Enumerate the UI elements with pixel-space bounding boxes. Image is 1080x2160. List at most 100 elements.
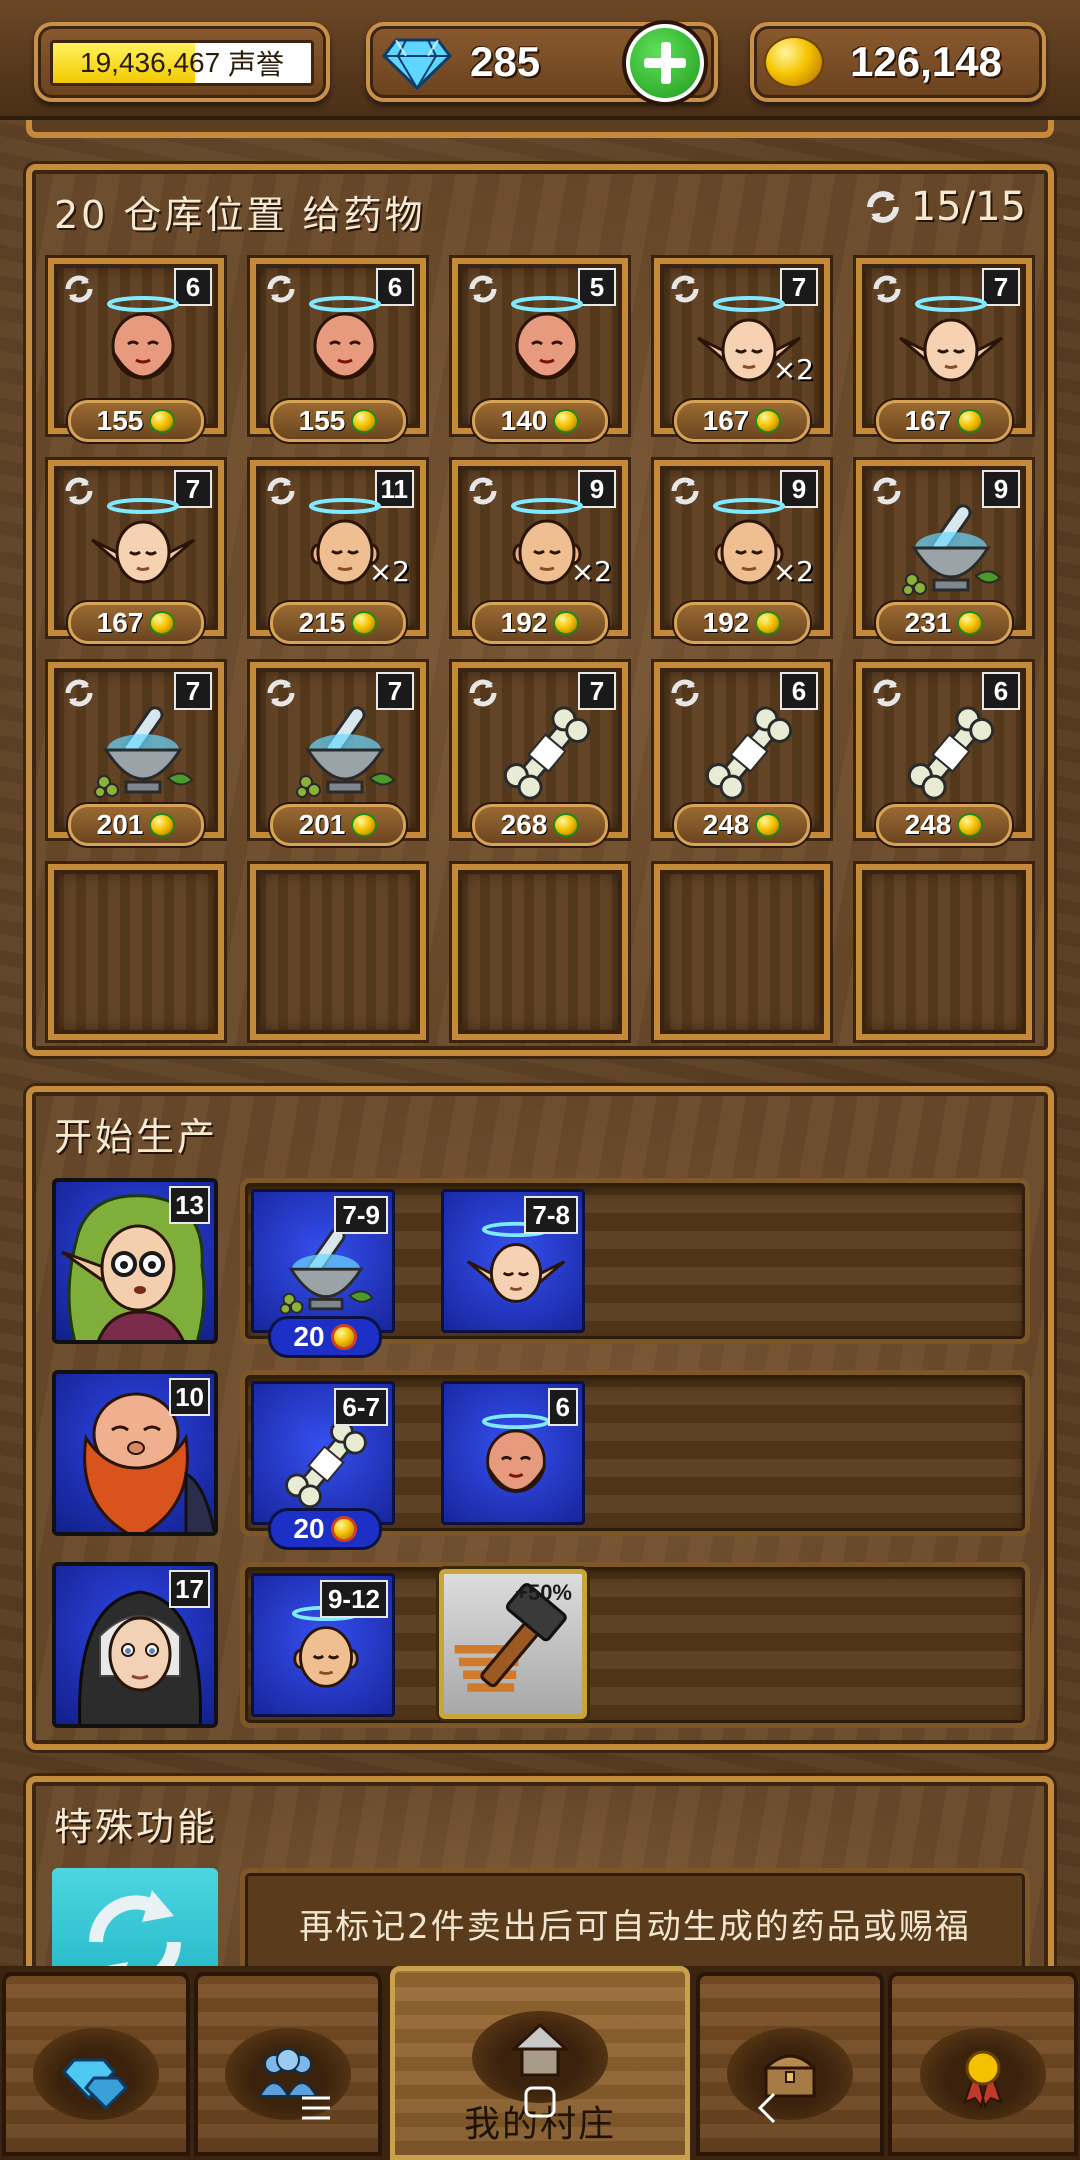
storage-capacity: 15/15 xyxy=(863,184,1026,230)
dwarf-head-icon xyxy=(464,1412,568,1516)
prestige-progress-bar: 19,436,467 声誉 xyxy=(50,40,314,86)
prestige-panel[interactable]: 19,436,467 声誉 xyxy=(34,22,330,102)
storage-slot-empty[interactable] xyxy=(654,864,830,1040)
storage-slot-elf-head[interactable]: 7 ×2 167 xyxy=(654,258,830,442)
gold-coin-icon xyxy=(755,409,782,433)
gold-coin-icon xyxy=(553,813,580,837)
gold-coin-icon xyxy=(553,611,580,635)
storage-slot-empty[interactable] xyxy=(452,864,628,1040)
diamond-icon xyxy=(382,38,452,91)
bone-icon xyxy=(694,698,804,808)
item-price-tag: 215 xyxy=(270,602,406,644)
recipe-mortar-herbs[interactable]: 7-9 20 xyxy=(251,1189,395,1358)
storage-title: 20 仓库位置 给药物 xyxy=(54,193,426,237)
elf-head-icon xyxy=(694,294,804,404)
recipe-level-range: 6 xyxy=(547,1388,578,1426)
production-title: 开始生产 xyxy=(54,1115,219,1159)
recipe-cost-value: 20 xyxy=(293,1321,325,1352)
item-price-tag: 167 xyxy=(674,400,810,442)
production-track-3: 9-12 +50% xyxy=(240,1562,1030,1728)
recipe-dwarf-head[interactable]: 6 xyxy=(441,1381,585,1525)
bone-icon xyxy=(492,698,602,808)
buy-gems-button[interactable] xyxy=(622,20,708,106)
item-price: 192 xyxy=(702,607,750,638)
item-price: 192 xyxy=(500,607,548,638)
collapsed-panel-edge xyxy=(26,120,1054,138)
storage-slot-elf-head[interactable]: 7 167 xyxy=(48,460,224,644)
recipe-bone[interactable]: 6-7 20 xyxy=(251,1381,395,1550)
item-price-tag: 155 xyxy=(68,400,204,442)
production-boost-card[interactable]: +50% xyxy=(439,1569,587,1719)
item-price-tag: 140 xyxy=(472,400,608,442)
storage-slot-dwarf-head[interactable]: 6 155 xyxy=(48,258,224,442)
storage-slot-human-head[interactable]: 9 ×2 192 xyxy=(452,460,628,644)
storage-slot-elf-head[interactable]: 7 167 xyxy=(856,258,1032,442)
item-price-tag: 192 xyxy=(674,602,810,644)
item-price-tag: 192 xyxy=(472,602,608,644)
item-price: 248 xyxy=(904,809,952,840)
worker-dwarf-smith[interactable]: 10 xyxy=(52,1370,218,1536)
boost-percent: +50% xyxy=(515,1580,572,1605)
storage-slot-empty[interactable] xyxy=(48,864,224,1040)
human-head-icon xyxy=(274,1604,378,1708)
recipe-human-head[interactable]: 9-12 xyxy=(251,1573,395,1717)
storage-slot-bone[interactable]: 6 248 xyxy=(654,662,830,846)
storage-slot-mortar-herbs[interactable]: 9 231 xyxy=(856,460,1032,644)
storage-slot-mortar-herbs[interactable]: 7 201 xyxy=(250,662,426,846)
recipe-cost: 20 xyxy=(268,1508,382,1550)
house-icon xyxy=(510,2022,570,2077)
elf-head-icon xyxy=(88,496,198,606)
item-price-tag: 167 xyxy=(876,400,1012,442)
nav-tab-my-village[interactable]: 我的村庄 xyxy=(390,1966,690,2160)
item-multiplier: ×2 xyxy=(772,555,814,588)
human-head-icon xyxy=(290,496,400,606)
nav-tab-people[interactable] xyxy=(194,1972,382,2156)
recipe-level-range: 7-8 xyxy=(524,1196,578,1234)
prestige-value: 19,436,467 xyxy=(80,47,221,78)
gold-coin-icon xyxy=(553,409,580,433)
bone-icon xyxy=(896,698,1006,808)
storage-slot-bone[interactable]: 6 248 xyxy=(856,662,1032,846)
gold-coin-icon xyxy=(351,611,378,635)
storage-slot-bone[interactable]: 7 268 xyxy=(452,662,628,846)
storage-slot-empty[interactable] xyxy=(856,864,1032,1040)
gold-value: 126,148 xyxy=(850,38,1002,85)
special-title: 特殊功能 xyxy=(54,1805,219,1849)
medal-icon xyxy=(963,2050,1003,2109)
item-price: 140 xyxy=(500,405,548,436)
worker-elf-alchemist[interactable]: 13 xyxy=(52,1178,218,1344)
recipe-elf-head[interactable]: 7-8 xyxy=(441,1189,585,1333)
item-price: 167 xyxy=(904,405,952,436)
gems-value: 285 xyxy=(470,38,541,85)
production-track-1: 7-9 20 7-8 xyxy=(240,1178,1030,1358)
nav-tab-gem-shop[interactable] xyxy=(2,1972,190,2156)
worker-nun-healer[interactable]: 17 xyxy=(52,1562,218,1728)
back-icon[interactable] xyxy=(752,2088,782,2128)
item-price: 155 xyxy=(96,405,144,436)
item-price-tag: 248 xyxy=(876,804,1012,846)
storage-slot-human-head[interactable]: 9 ×2 192 xyxy=(654,460,830,644)
production-track-2: 6-7 20 6 xyxy=(240,1370,1030,1550)
menu-icon[interactable] xyxy=(298,2090,334,2126)
storage-slot-mortar-herbs[interactable]: 7 201 xyxy=(48,662,224,846)
home-icon[interactable] xyxy=(520,2082,560,2122)
prestige-label-row: 19,436,467 声誉 xyxy=(53,43,311,83)
item-price-tag: 167 xyxy=(68,602,204,644)
storage-slot-human-head[interactable]: 11 ×2 215 xyxy=(250,460,426,644)
mortar-herbs-icon xyxy=(274,1220,378,1324)
elf-head-icon xyxy=(464,1220,568,1324)
elf-head-icon xyxy=(896,294,1006,404)
dwarf-head-icon xyxy=(290,294,400,404)
storage-slot-empty[interactable] xyxy=(250,864,426,1040)
item-price: 268 xyxy=(500,809,548,840)
mortar-herbs-icon xyxy=(896,496,1006,606)
gold-panel[interactable]: 126,148 xyxy=(750,22,1046,102)
item-price: 167 xyxy=(702,405,750,436)
production-panel: 开始生产 13 7-9 20 7-8 10 6-7 20 6 17 9-12 +… xyxy=(26,1086,1054,1750)
storage-slot-dwarf-head[interactable]: 5 140 xyxy=(452,258,628,442)
nav-tab-treasure[interactable] xyxy=(696,1972,884,2156)
worker-level-badge: 13 xyxy=(169,1186,210,1224)
nav-tab-achievements[interactable] xyxy=(888,1972,1078,2156)
storage-slot-dwarf-head[interactable]: 6 155 xyxy=(250,258,426,442)
worker-level-badge: 10 xyxy=(169,1378,210,1416)
